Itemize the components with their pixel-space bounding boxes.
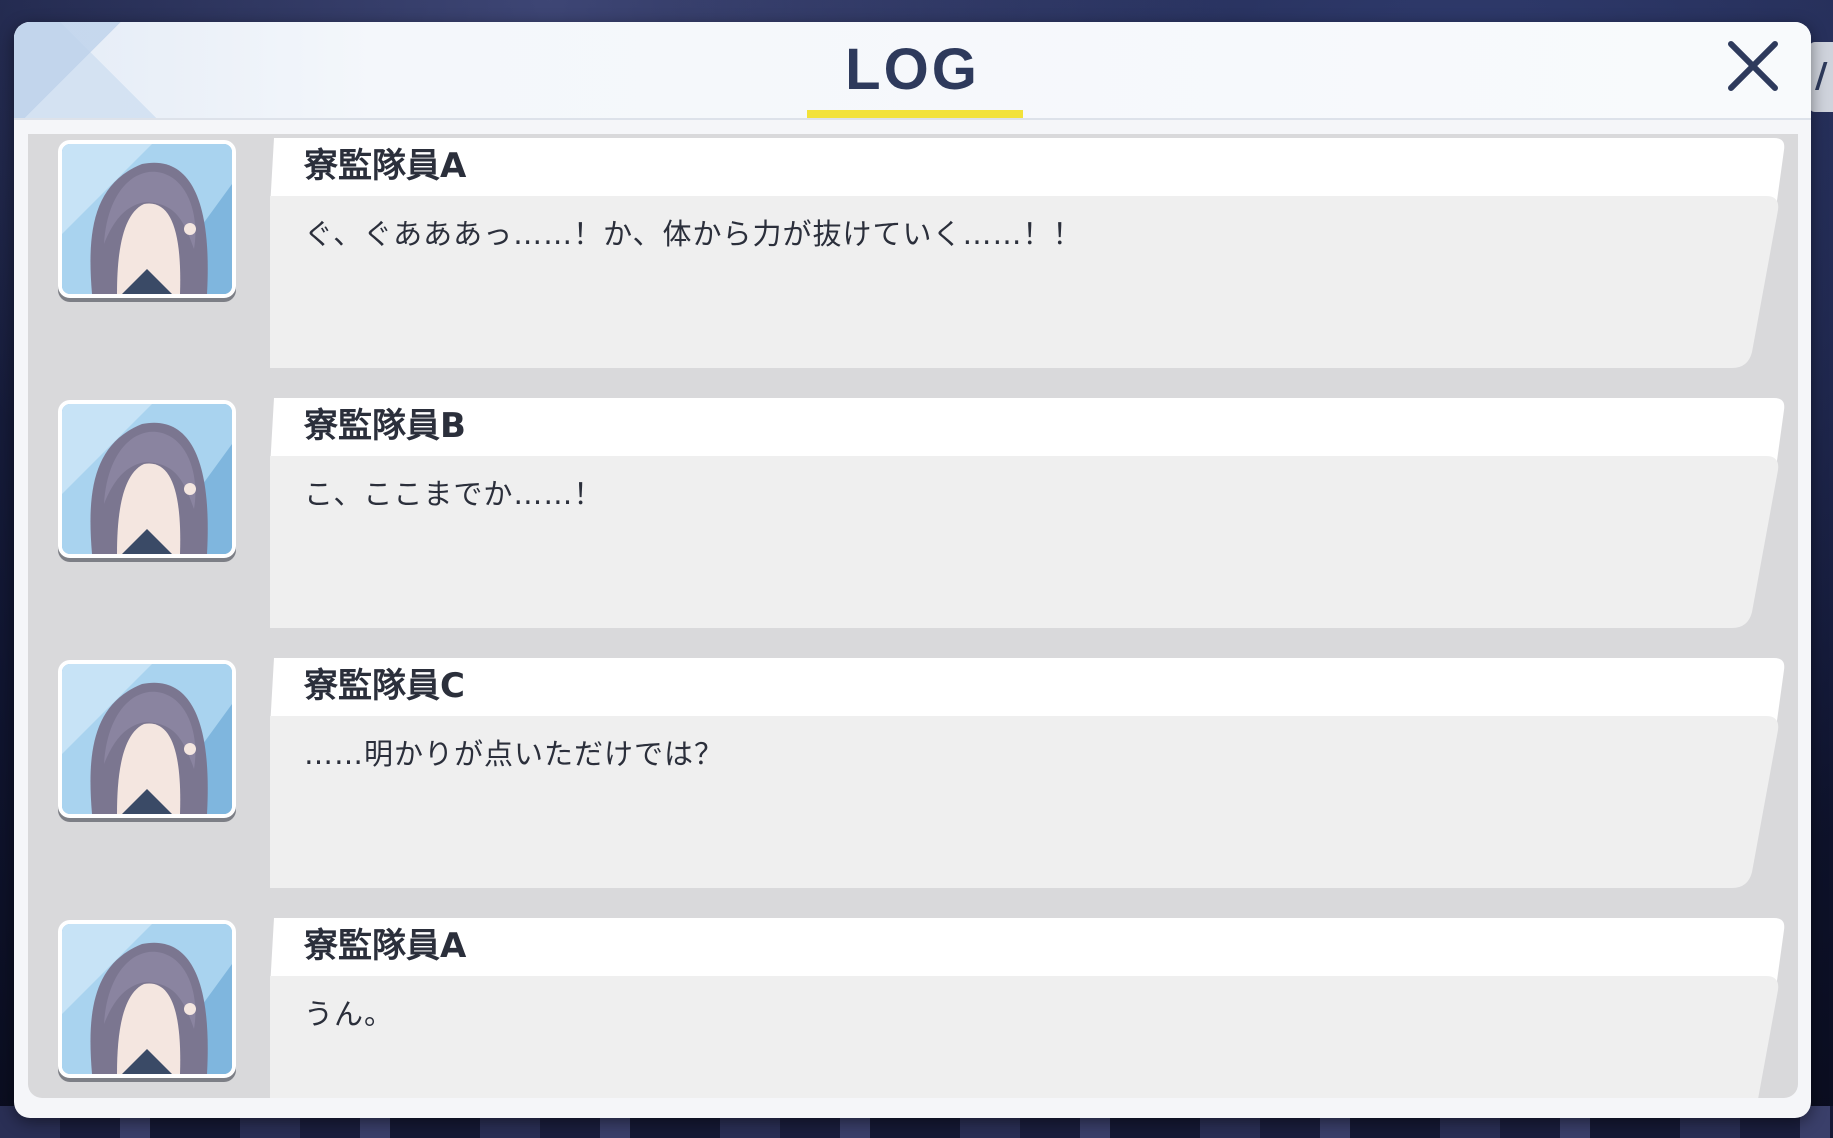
bubble-background — [270, 918, 1785, 1098]
title-underline — [807, 110, 1023, 118]
character-portrait-icon — [58, 920, 236, 1078]
modal-title: LOG — [845, 37, 980, 102]
dialogue-bubble: 寮監隊員C ……明かりが点いただけでは？ — [270, 658, 1790, 890]
dialogue-bubble: 寮監隊員A ぐ、ぐあああっ……！か、体から力が抜けていく……！！ — [270, 138, 1790, 370]
log-entry: 寮監隊員A ぐ、ぐあああっ……！か、体から力が抜けていく……！！ — [28, 138, 1798, 386]
character-portrait-icon — [58, 400, 236, 558]
dialogue-bubble: 寮監隊員B こ、ここまでか……！ — [270, 398, 1790, 630]
message-text: うん。 — [304, 997, 395, 1031]
modal-header: LOG — [14, 22, 1811, 120]
log-modal: LOG 寮監隊員A ぐ、ぐあああっ……！か、体から力が抜けていく……！！ 寮監隊員B… — [14, 22, 1811, 1118]
dialogue-bubble: 寮監隊員A うん。 — [270, 918, 1790, 1098]
character-portrait-icon — [58, 660, 236, 818]
message-text: こ、ここまでか……！ — [304, 477, 604, 511]
speaker-name: 寮監隊員A — [304, 926, 467, 966]
message-text: ぐ、ぐあああっ……！か、体から力が抜けていく……！！ — [304, 217, 1083, 251]
close-button[interactable] — [1721, 34, 1785, 98]
message-text: ……明かりが点いただけでは？ — [304, 737, 725, 771]
log-list[interactable]: 寮監隊員A ぐ、ぐあああっ……！か、体から力が抜けていく……！！ 寮監隊員B こ、ここ… — [28, 134, 1798, 1098]
close-icon — [1728, 41, 1778, 91]
log-entry: 寮監隊員C ……明かりが点いただけでは？ — [28, 658, 1798, 906]
speaker-name: 寮監隊員A — [304, 146, 467, 186]
log-entry: 寮監隊員B こ、ここまでか……！ — [28, 398, 1798, 646]
side-menu-tab-label: / — [1815, 56, 1828, 96]
speaker-name: 寮監隊員B — [304, 406, 466, 446]
speaker-name: 寮監隊員C — [304, 666, 465, 706]
character-portrait-icon — [58, 140, 236, 298]
log-entry: 寮監隊員A うん。 — [28, 918, 1798, 1098]
side-menu-tab[interactable]: / — [1809, 42, 1833, 112]
